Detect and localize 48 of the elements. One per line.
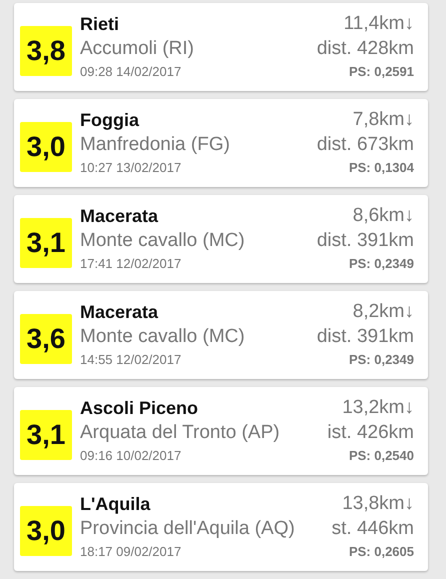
region-name: Ascoli Piceno bbox=[80, 397, 200, 420]
place-name: Arquata del Tronto (AP) bbox=[80, 421, 281, 445]
distance-value: dist. 673km bbox=[316, 133, 414, 157]
magnitude-badge: 3,0 bbox=[20, 122, 72, 172]
distance-value: ist. 426km bbox=[327, 421, 414, 445]
ps-value: PS: 0,2349 bbox=[348, 351, 414, 369]
depth-value: 7,8km↓ bbox=[352, 108, 414, 132]
ps-value: PS: 0,2605 bbox=[348, 543, 414, 561]
magnitude-badge: 3,1 bbox=[20, 218, 72, 268]
ps-value: PS: 0,1304 bbox=[348, 159, 414, 177]
magnitude-badge: 3,1 bbox=[20, 410, 72, 460]
ps-value: PS: 0,2349 bbox=[348, 255, 414, 273]
depth-value: 11,4km↓ bbox=[344, 12, 414, 36]
event-time: 10:27 13/02/2017 bbox=[80, 159, 182, 177]
place-name: Accumoli (RI) bbox=[80, 37, 196, 61]
event-card[interactable]: 3,8 Rieti Accumoli (RI) 09:28 14/02/2017 11,4km↓ dist. 428km PS: 0,2591 bbox=[14, 3, 428, 91]
depth-value: 8,6km↓ bbox=[352, 204, 414, 228]
magnitude-badge: 3,6 bbox=[20, 314, 72, 364]
place-name: Monte cavallo (MC) bbox=[80, 325, 246, 349]
place-name: Monte cavallo (MC) bbox=[80, 229, 246, 253]
depth-value: 13,8km↓ bbox=[342, 492, 414, 516]
region-name: Macerata bbox=[80, 301, 160, 324]
distance-value: st. 446km bbox=[332, 517, 414, 541]
event-time: 09:28 14/02/2017 bbox=[80, 63, 182, 81]
place-name: Provincia dell'Aquila (AQ) bbox=[80, 517, 296, 541]
distance-value: dist. 391km bbox=[316, 229, 414, 253]
ps-value: PS: 0,2540 bbox=[348, 447, 414, 465]
event-card[interactable]: 3,0 L'Aquila Provincia dell'Aquila (AQ) 18:17 09/02/2017 13,8km↓ st. 446km PS: 0,2605 bbox=[14, 483, 428, 571]
distance-value: dist. 428km bbox=[316, 37, 414, 61]
region-name: Rieti bbox=[80, 13, 120, 36]
event-card[interactable]: 3,1 Ascoli Piceno Arquata del Tronto (AP) 09:16 10/02/2017 13,2km↓ ist. 426km PS: 0,2540 bbox=[14, 387, 428, 475]
event-time: 18:17 09/02/2017 bbox=[80, 543, 182, 561]
event-time: 14:55 12/02/2017 bbox=[80, 351, 182, 369]
event-card[interactable]: 3,6 Macerata Monte cavallo (MC) 14:55 12/02/2017 8,2km↓ dist. 391km PS: 0,2349 bbox=[14, 291, 428, 379]
magnitude-badge: 3,8 bbox=[20, 26, 72, 76]
ps-value: PS: 0,2591 bbox=[348, 63, 414, 81]
place-name: Manfredonia (FG) bbox=[80, 133, 231, 157]
event-time: 09:16 10/02/2017 bbox=[80, 447, 182, 465]
event-card[interactable]: 3,1 Macerata Monte cavallo (MC) 17:41 12/02/2017 8,6km↓ dist. 391km PS: 0,2349 bbox=[14, 195, 428, 283]
event-card[interactable]: 3,0 Foggia Manfredonia (FG) 10:27 13/02/2017 7,8km↓ dist. 673km PS: 0,1304 bbox=[14, 99, 428, 187]
magnitude-badge: 3,0 bbox=[20, 506, 72, 556]
depth-value: 8,2km↓ bbox=[352, 300, 414, 324]
region-name: Macerata bbox=[80, 205, 160, 228]
event-time: 17:41 12/02/2017 bbox=[80, 255, 182, 273]
depth-value: 13,2km↓ bbox=[342, 396, 414, 420]
region-name: L'Aquila bbox=[80, 493, 152, 516]
region-name: Foggia bbox=[80, 109, 140, 132]
distance-value: dist. 391km bbox=[316, 325, 414, 349]
